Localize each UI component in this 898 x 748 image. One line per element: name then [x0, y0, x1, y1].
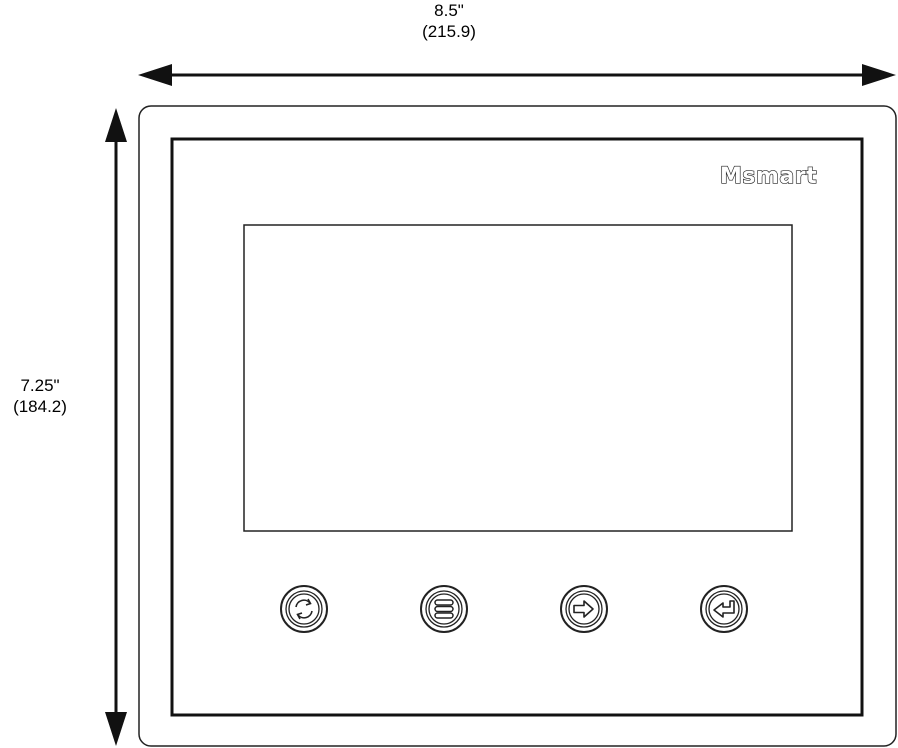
width-dimension-arrow [138, 64, 896, 86]
height-dimension-arrow [105, 108, 127, 746]
menu-icon [434, 599, 454, 619]
next-button[interactable] [559, 584, 609, 634]
refresh-button[interactable] [279, 584, 329, 634]
enter-button[interactable] [699, 584, 749, 634]
outer-bezel [138, 105, 897, 747]
display-screen [243, 224, 793, 532]
device-drawing [105, 64, 897, 747]
brand-logo: Msmart [719, 163, 818, 189]
menu-button[interactable] [419, 584, 469, 634]
